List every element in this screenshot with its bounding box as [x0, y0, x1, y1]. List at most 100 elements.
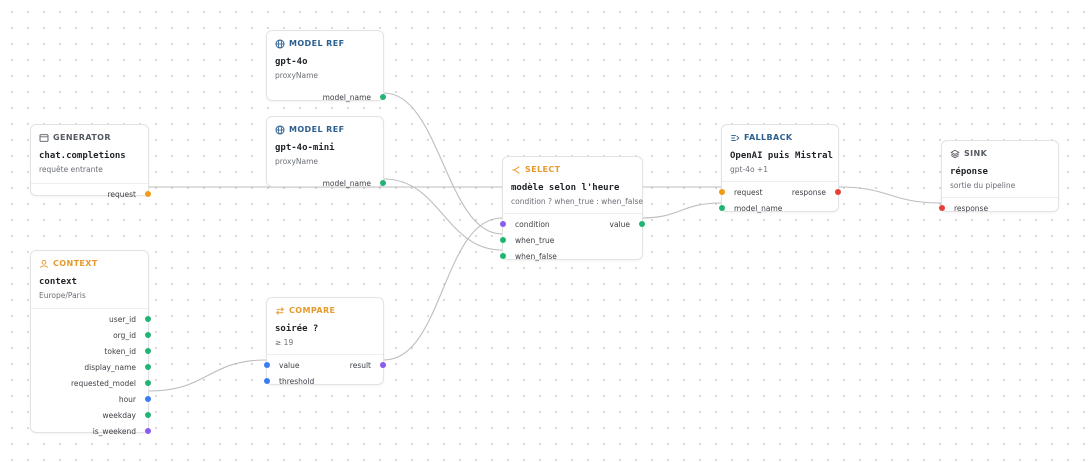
port-display-name-out[interactable]: display_name: [31, 359, 151, 375]
node-kind-label: MODEL REF: [289, 125, 345, 134]
node-subtitle: Europe/Paris: [39, 291, 86, 300]
port-response-in[interactable]: response: [939, 200, 1058, 216]
port-handle[interactable]: [719, 189, 725, 195]
node-kind: MODEL REF: [275, 38, 375, 49]
node-title: réponse: [950, 167, 988, 177]
user-icon: [40, 259, 48, 268]
port-request-out[interactable]: request: [31, 186, 151, 202]
node-kind: SINK: [950, 148, 1050, 159]
port-label: threshold: [279, 377, 315, 386]
node-subtitle: sortie du pipeline: [950, 181, 1016, 190]
node-model-ref-gpt-4o[interactable]: MODEL REF gpt-4o proxyName model_name: [266, 30, 386, 102]
port-label: is_weekend: [92, 427, 136, 436]
port-value-in[interactable]: value result: [264, 357, 386, 373]
wire-select-value-to-fallback-model-name: [640, 202, 722, 219]
wire-modelref1-to-select-when-true: [383, 92, 503, 235]
node-sink[interactable]: SINK réponse sortie du pipeline response: [939, 140, 1059, 213]
port-handle[interactable]: [145, 316, 151, 322]
swap-icon: [275, 306, 285, 315]
port-label: result: [349, 361, 371, 370]
node-subtitle: requête entrante: [39, 165, 103, 174]
port-label: value: [609, 220, 631, 229]
port-request-in[interactable]: request response: [719, 184, 841, 200]
port-label: when_true: [515, 236, 555, 245]
port-label: response: [954, 204, 989, 213]
port-label: requested_model: [71, 379, 136, 388]
node-subtitle: proxyName: [275, 157, 319, 166]
node-title: gpt-4o-mini: [275, 143, 335, 153]
node-kind-label: MODEL REF: [289, 39, 345, 48]
port-handle[interactable]: [145, 396, 151, 402]
port-label: hour: [118, 395, 136, 404]
node-generator[interactable]: GENERATOR chat.completions requête entra…: [30, 124, 151, 199]
port-when-false-in[interactable]: when_false: [500, 248, 642, 264]
port-condition-in[interactable]: condition value: [500, 216, 645, 232]
port-handle[interactable]: [719, 205, 725, 211]
port-handle[interactable]: [939, 205, 945, 211]
port-handle[interactable]: [145, 348, 151, 354]
port-hour-out[interactable]: hour: [31, 391, 151, 407]
port-is-weekend-out[interactable]: is_weekend: [31, 423, 151, 439]
port-weekday-out[interactable]: weekday: [31, 407, 151, 423]
port-handle[interactable]: [264, 362, 270, 368]
node-title: chat.completions: [39, 151, 126, 161]
port-label: request: [734, 188, 763, 197]
wire-fallback-response-to-sink-response: [838, 186, 942, 204]
port-requested-model-out[interactable]: requested_model: [31, 375, 151, 391]
port-handle[interactable]: [145, 428, 151, 434]
port-label: model_name: [322, 179, 371, 188]
wire-context-hour-to-compare-value: [148, 359, 267, 392]
port-handle[interactable]: [380, 94, 386, 100]
port-handle[interactable]: [380, 362, 386, 368]
branch-icon: [512, 165, 520, 174]
port-label: condition: [515, 220, 550, 229]
fallback-icon: [731, 134, 740, 141]
port-token-id-out[interactable]: token_id: [31, 343, 151, 359]
node-fallback[interactable]: FALLBACK OpenAI puis Mistral gpt-4o +1 r…: [719, 124, 841, 213]
port-model-name-in[interactable]: model_name: [719, 200, 838, 216]
node-kind: MODEL REF: [275, 124, 375, 135]
node-subtitle: ≥ 19: [275, 338, 294, 347]
node-subtitle: condition ? when_true : when_false: [511, 197, 643, 206]
port-threshold-in[interactable]: threshold: [264, 373, 383, 389]
port-label: when_false: [515, 252, 557, 261]
node-model-ref-gpt-4o-mini[interactable]: MODEL REF gpt-4o-mini proxyName model_na…: [266, 116, 386, 188]
port-user-id-out[interactable]: user_id: [31, 311, 151, 327]
node-title: soirée ?: [275, 324, 319, 334]
node-subtitle: gpt-4o +1: [730, 165, 768, 174]
port-handle[interactable]: [145, 332, 151, 338]
node-kind-label: CONTEXT: [53, 259, 98, 268]
node-select[interactable]: SELECT modèle selon l'heure condition ? …: [500, 156, 645, 261]
port-handle[interactable]: [835, 189, 841, 195]
port-org-id-out[interactable]: org_id: [31, 327, 151, 343]
port-handle[interactable]: [500, 253, 506, 259]
port-handle[interactable]: [500, 237, 506, 243]
node-title: context: [39, 277, 77, 287]
node-compare[interactable]: COMPARE soirée ? ≥ 19 value result thres…: [264, 297, 386, 386]
port-handle[interactable]: [500, 221, 506, 227]
globe-icon: [275, 124, 285, 135]
port-model-name-out[interactable]: model_name: [267, 89, 386, 105]
port-label: request: [107, 190, 136, 199]
port-label: value: [279, 361, 300, 370]
node-context[interactable]: CONTEXT context Europe/Paris user_id org…: [30, 250, 151, 436]
node-kind: FALLBACK: [730, 132, 830, 143]
port-model-name-out[interactable]: model_name: [267, 175, 386, 191]
port-handle[interactable]: [264, 378, 270, 384]
port-handle[interactable]: [145, 191, 151, 197]
globe-icon: [275, 38, 285, 49]
port-label: model_name: [734, 204, 783, 213]
node-title: OpenAI puis Mistral: [730, 151, 833, 161]
node-kind-label: SELECT: [525, 165, 561, 174]
port-label: org_id: [113, 331, 136, 340]
wire-compare-result-to-select-condition: [383, 217, 503, 361]
node-kind: SELECT: [511, 164, 634, 175]
port-handle[interactable]: [639, 221, 645, 227]
port-handle[interactable]: [145, 412, 151, 418]
port-handle[interactable]: [145, 364, 151, 370]
window-icon: [39, 133, 49, 142]
port-handle[interactable]: [380, 180, 386, 186]
port-handle[interactable]: [145, 380, 151, 386]
node-title: gpt-4o: [275, 57, 308, 67]
port-when-true-in[interactable]: when_true: [500, 232, 642, 248]
